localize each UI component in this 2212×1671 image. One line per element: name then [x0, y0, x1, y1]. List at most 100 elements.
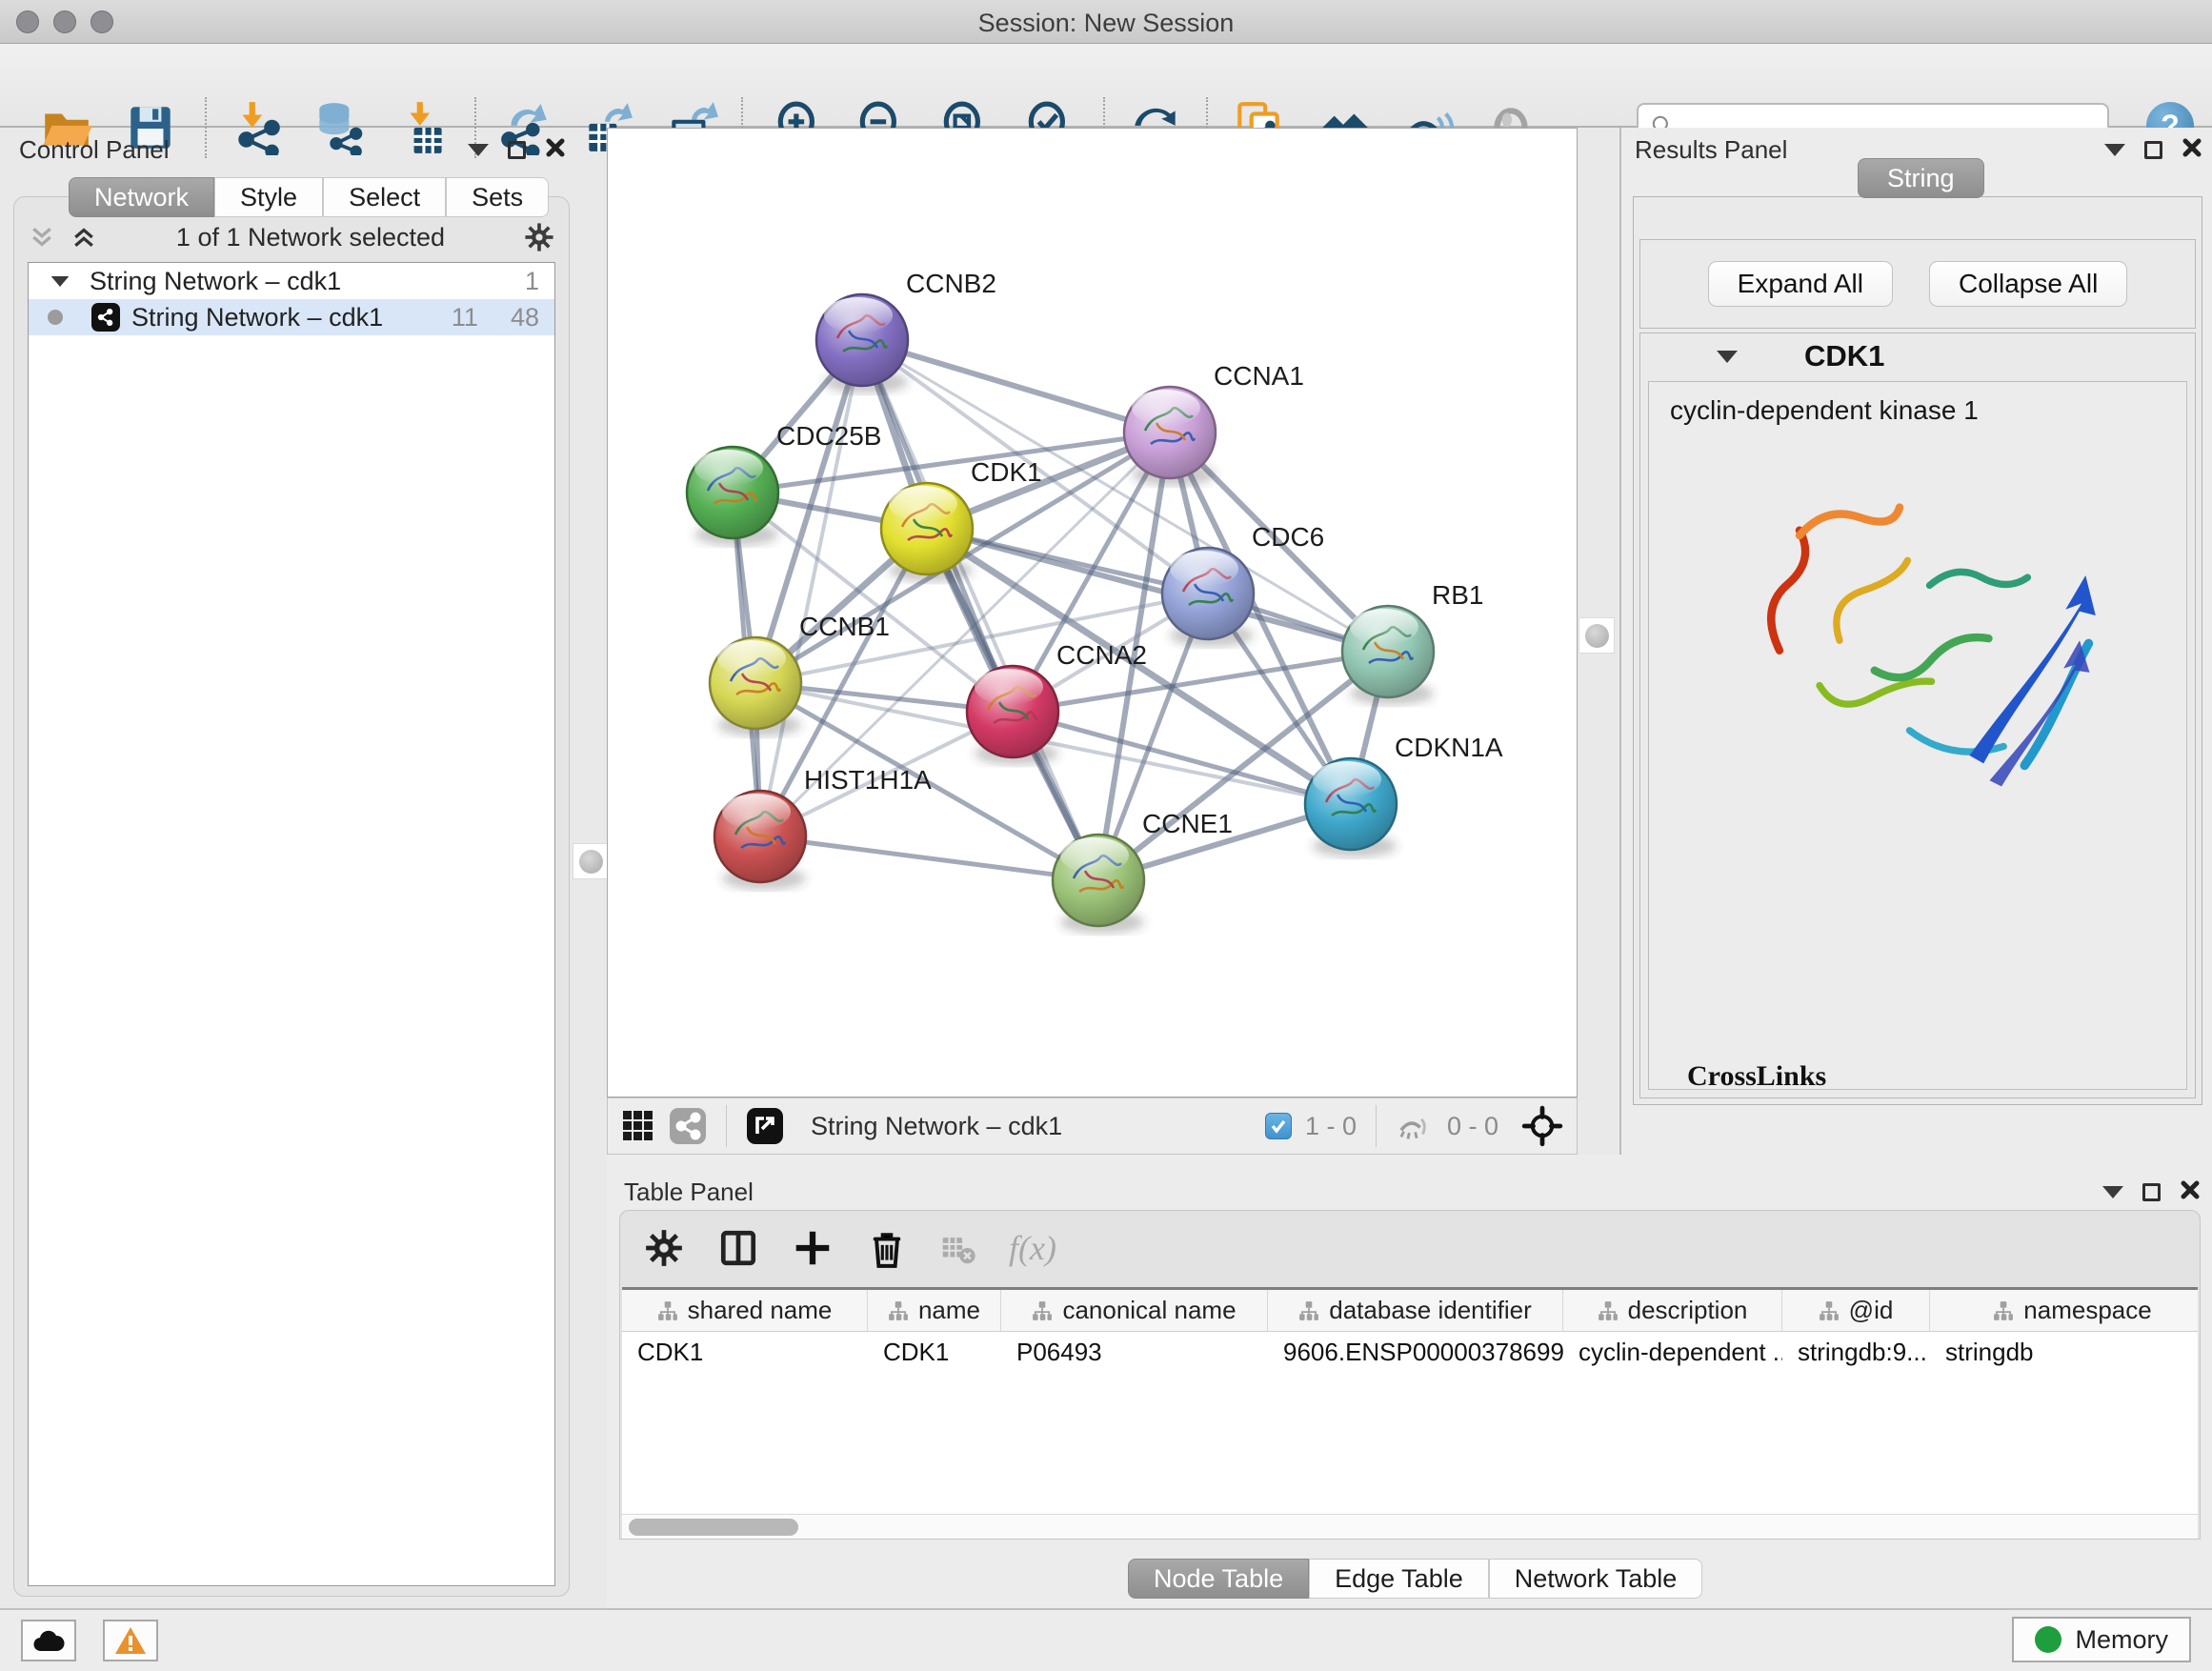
fit-selected-crosshair-icon[interactable] — [1521, 1105, 1563, 1147]
column-header-name[interactable]: name — [868, 1290, 1001, 1331]
cloud-button[interactable] — [21, 1620, 76, 1661]
panel-menu-icon[interactable] — [2102, 1186, 2123, 1198]
network-selection-summary: 1 of 1 Network selected — [98, 223, 523, 252]
gear-icon[interactable] — [523, 221, 555, 253]
create-column-icon[interactable] — [792, 1227, 834, 1269]
column-header-shared-name[interactable]: shared name — [622, 1290, 868, 1331]
table-cell: stringdb — [1930, 1332, 2198, 1372]
table-row[interactable]: CDK1CDK1P064939606.ENSP00000378699cyclin… — [622, 1332, 2198, 1372]
selected-counts: 1 - 0 — [1305, 1112, 1357, 1141]
left-splitter-handle[interactable] — [573, 843, 609, 879]
node-label: CCNB2 — [906, 269, 996, 298]
network-list: String Network – cdk1 1 String Network –… — [28, 262, 555, 1586]
table-cell: stringdb:9... — [1782, 1332, 1930, 1372]
birdseye-grid-icon[interactable] — [621, 1109, 655, 1143]
tab-network-table[interactable]: Network Table — [1489, 1559, 1703, 1599]
node-table: shared namenamecanonical namedatabase id… — [622, 1287, 2198, 1539]
string-results-container: Expand All Collapse All CDK1 cyclin-depe… — [1633, 196, 2202, 1105]
tab-edge-table[interactable]: Edge Table — [1309, 1559, 1489, 1599]
delete-table-icon[interactable] — [940, 1227, 976, 1269]
network-icon — [91, 303, 120, 332]
control-panel-title: Control Panel — [19, 135, 170, 165]
table-cell: CDK1 — [868, 1332, 1001, 1372]
network-row[interactable]: String Network – cdk1 11 48 — [29, 299, 554, 335]
control-panel: Control Panel NetworkStyleSelectSets 1 o… — [10, 128, 572, 1601]
column-header-description[interactable]: description — [1563, 1290, 1782, 1331]
tab-network[interactable]: Network — [69, 177, 214, 217]
tab-node-table[interactable]: Node Table — [1128, 1559, 1309, 1599]
collapse-all-icon[interactable] — [28, 223, 56, 252]
network-edge[interactable] — [862, 340, 1098, 880]
warnings-button[interactable] — [103, 1620, 158, 1661]
hidden-eye-icon[interactable] — [1396, 1110, 1434, 1142]
network-node[interactable]: CCNB1 — [710, 612, 890, 736]
gene-name: CDK1 — [1804, 339, 1884, 373]
column-header-@id[interactable]: @id — [1782, 1290, 1930, 1331]
panel-menu-icon[interactable] — [2104, 144, 2125, 156]
selected-checkbox-icon[interactable] — [1265, 1113, 1292, 1139]
network-node[interactable]: CCNA1 — [1124, 361, 1304, 486]
network-node[interactable]: CCNE1 — [1053, 809, 1233, 934]
collapse-icon[interactable] — [51, 275, 70, 286]
column-header-database-identifier[interactable]: database identifier — [1268, 1290, 1563, 1331]
network-node[interactable]: CDKN1A — [1305, 733, 1503, 857]
panel-close-icon[interactable] — [2180, 1179, 2201, 1205]
memory-button[interactable]: Memory — [2012, 1617, 2191, 1662]
scrollbar-thumb[interactable] — [629, 1519, 798, 1536]
table-cell: 9606.ENSP00000378699 — [1268, 1332, 1563, 1372]
network-node[interactable]: RB1 — [1342, 580, 1483, 705]
crosslinks-section: CrossLinks Uniprot:P06493GeneCard:P06493… — [1687, 1060, 2158, 1090]
node-label: CCNA2 — [1056, 640, 1147, 670]
panel-float-icon[interactable] — [2144, 141, 2162, 159]
network-edge[interactable] — [760, 836, 1098, 880]
column-header-canonical-name[interactable]: canonical name — [1001, 1290, 1268, 1331]
protein-structure-image — [1716, 435, 2163, 836]
results-panel-title: Results Panel — [1635, 135, 1787, 165]
delete-column-icon[interactable] — [866, 1227, 908, 1269]
application-window: Session: New Session — [0, 0, 2212, 1671]
tab-select[interactable]: Select — [323, 177, 446, 217]
node-label: CCNE1 — [1142, 809, 1233, 838]
network-badge-icon[interactable] — [669, 1107, 707, 1145]
expand-all-icon[interactable] — [70, 223, 98, 252]
panel-close-icon[interactable] — [545, 137, 566, 163]
tab-style[interactable]: Style — [214, 177, 323, 217]
panel-float-icon[interactable] — [508, 141, 526, 159]
network-status-dot — [48, 310, 63, 325]
function-builder-icon[interactable]: f(x) — [1009, 1228, 1056, 1268]
show-columns-icon[interactable] — [717, 1227, 759, 1269]
network-collection-row[interactable]: String Network – cdk1 1 — [29, 263, 554, 299]
expand-all-button[interactable]: Expand All — [1708, 261, 1893, 307]
gene-header[interactable]: CDK1 — [1640, 333, 2195, 379]
panel-menu-icon[interactable] — [468, 144, 489, 156]
collapse-gene-icon[interactable] — [1717, 351, 1738, 363]
network-canvas[interactable]: CCNB2CCNA1CDC25BCDK1CDC6RB1CCNB1CCNA2CDK… — [607, 128, 1578, 1097]
cloud-icon — [31, 1628, 66, 1653]
table-panel: Table Panel f(x) shared namenamecanonica… — [607, 1155, 2212, 1608]
node-label: CCNB1 — [799, 612, 890, 641]
panel-float-icon[interactable] — [2142, 1183, 2161, 1201]
network-node[interactable]: HIST1H1A — [714, 765, 932, 890]
node-label: HIST1H1A — [804, 765, 932, 795]
network-tab-body: 1 of 1 Network selected String Network –… — [13, 196, 570, 1597]
hidden-counts: 0 - 0 — [1447, 1112, 1498, 1141]
collapse-all-button[interactable]: Collapse All — [1929, 261, 2127, 307]
collection-count: 1 — [525, 267, 539, 296]
edge-count: 48 — [511, 303, 539, 332]
network-edge[interactable] — [862, 340, 1170, 433]
main-toolbar: ? — [0, 44, 2212, 128]
right-splitter-handle[interactable] — [1579, 617, 1615, 654]
horizontal-scrollbar[interactable] — [622, 1514, 2198, 1539]
open-in-new-icon[interactable] — [746, 1107, 784, 1145]
network-edge[interactable] — [760, 340, 862, 836]
tab-sets[interactable]: Sets — [446, 177, 549, 217]
memory-status-dot — [2035, 1626, 2061, 1653]
node-label: CDKN1A — [1395, 733, 1503, 762]
titlebar: Session: New Session — [0, 0, 2212, 44]
table-cell: cyclin-dependent ... — [1563, 1332, 1782, 1372]
column-header-namespace[interactable]: namespace — [1930, 1290, 2198, 1331]
results-button-row: Expand All Collapse All — [1639, 239, 2196, 329]
panel-close-icon[interactable] — [2182, 137, 2202, 163]
tab-string[interactable]: String — [1858, 158, 1984, 198]
table-settings-gear-icon[interactable] — [643, 1227, 685, 1269]
